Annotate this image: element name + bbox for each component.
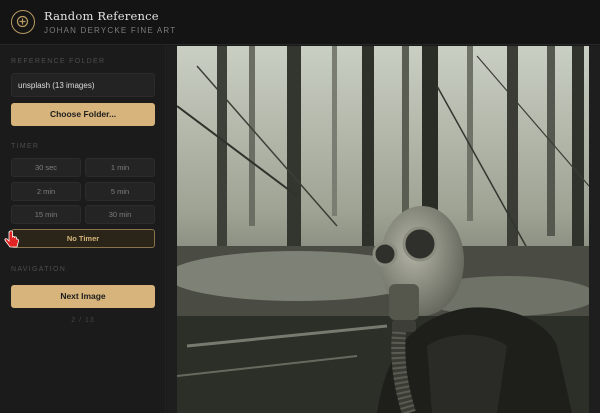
navigation-label: NAVIGATION	[11, 266, 67, 273]
forest-gas-mask-image	[177, 46, 589, 413]
timer-30min-button[interactable]: 30 min	[85, 205, 155, 224]
timer-label: TIMER	[11, 143, 40, 150]
timer-15min-button[interactable]: 15 min	[11, 205, 81, 224]
timer-30sec-button[interactable]: 30 sec	[11, 158, 81, 177]
hand-cursor-icon	[4, 230, 19, 248]
timer-2min-button[interactable]: 2 min	[11, 182, 81, 201]
image-counter: 2 / 13	[71, 317, 95, 324]
next-image-button[interactable]: Next Image	[11, 285, 155, 308]
timer-5min-button[interactable]: 5 min	[85, 182, 155, 201]
timer-1min-button[interactable]: 1 min	[85, 158, 155, 177]
reference-photo[interactable]	[177, 46, 589, 413]
reference-folder-label: REFERENCE FOLDER	[11, 58, 106, 65]
app-subtitle: JOHAN DERYCKE FINE ART	[44, 26, 177, 35]
folder-path-field: unsplash (13 images)	[11, 73, 155, 97]
sidebar: REFERENCE FOLDER unsplash (13 images) Ch…	[0, 46, 166, 413]
app-header: Random Reference JOHAN DERYCKE FINE ART	[0, 0, 600, 45]
plus-circle-icon	[11, 10, 35, 34]
app-title: Random Reference	[44, 9, 159, 23]
no-timer-button[interactable]: No Timer	[11, 229, 155, 248]
image-viewer	[167, 46, 600, 413]
choose-folder-button[interactable]: Choose Folder...	[11, 103, 155, 126]
